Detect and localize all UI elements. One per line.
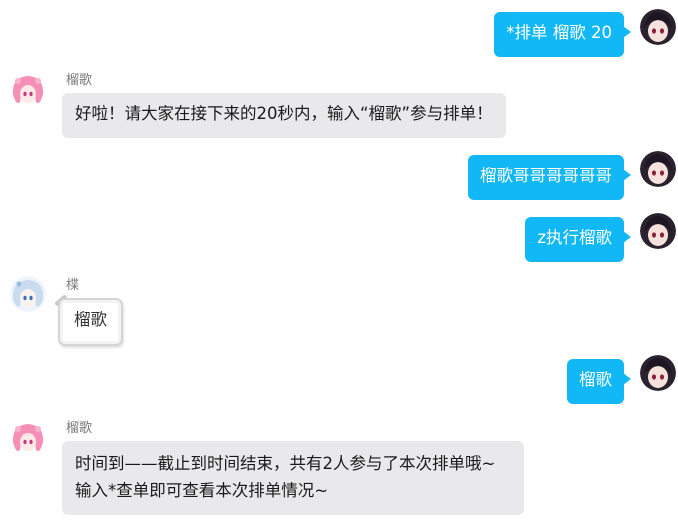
message-text: 榴歌: [74, 310, 107, 329]
incoming-message-bubble[interactable]: 榴歌: [58, 298, 123, 346]
outgoing-message-bubble[interactable]: *排单 榴歌 20: [494, 12, 631, 57]
incoming-message-bubble[interactable]: 好啦！请大家在接下来的20秒内，输入“榴歌”参与排单！: [62, 93, 506, 138]
sender-name: 榴歌: [66, 73, 93, 88]
outgoing-message-bubble[interactable]: 榴歌: [567, 359, 631, 404]
message-text: 好啦！请大家在接下来的20秒内，输入“榴歌”参与排单！: [75, 104, 493, 123]
pink-hair-girl-avatar[interactable]: [10, 72, 46, 108]
dark-hair-girl-avatar[interactable]: [640, 9, 676, 45]
message-text: 榴歌: [579, 370, 612, 389]
sender-name: 楪: [66, 278, 80, 293]
sender-name: 榴歌: [66, 421, 93, 436]
pink-hair-girl-avatar[interactable]: [10, 420, 46, 456]
dark-hair-girl-avatar[interactable]: [640, 151, 676, 187]
message-text: *排单 榴歌 20: [506, 23, 612, 42]
incoming-message-bubble[interactable]: 时间到——截止到时间结束，共有2人参与了本次排单哦~ 输入*查单即可查看本次排单…: [62, 441, 524, 515]
message-text-line: 时间到——截止到时间结束，共有2人参与了本次排单哦~: [75, 454, 496, 473]
message-text: 榴歌哥哥哥哥哥哥: [480, 166, 612, 185]
outgoing-message-bubble[interactable]: 榴歌哥哥哥哥哥哥: [468, 155, 631, 200]
message-text-line: 输入*查单即可查看本次排单情况~: [75, 481, 329, 500]
dark-hair-girl-avatar[interactable]: [640, 355, 676, 391]
dark-hair-girl-avatar[interactable]: [640, 213, 676, 249]
outgoing-message-bubble[interactable]: z执行榴歌: [525, 217, 631, 262]
message-text: z执行榴歌: [537, 228, 612, 247]
white-hair-girl-avatar[interactable]: [10, 276, 46, 312]
